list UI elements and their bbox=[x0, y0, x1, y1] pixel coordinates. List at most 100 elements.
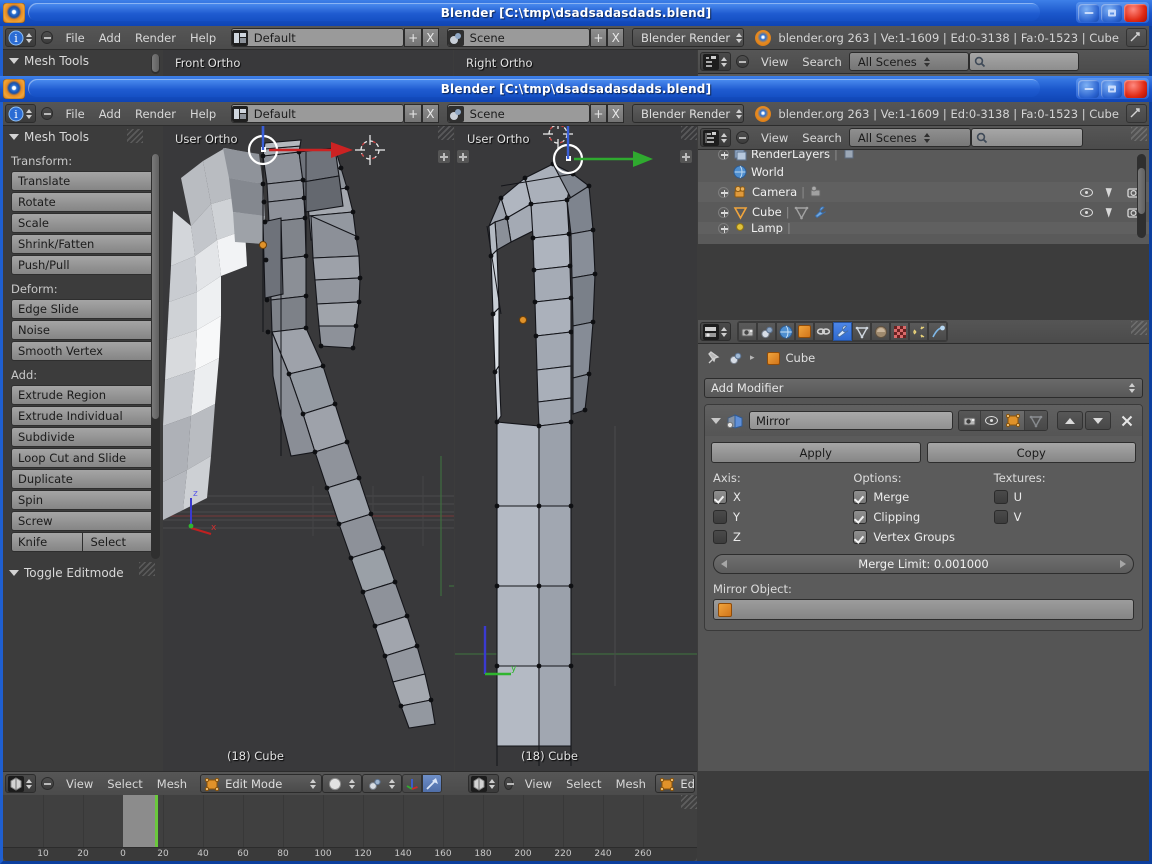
collapse-menus-button[interactable] bbox=[41, 107, 54, 120]
editor-type-spinner[interactable] bbox=[25, 106, 33, 122]
renderlayer-icon[interactable] bbox=[842, 150, 856, 161]
editor-type-selector-back[interactable]: i bbox=[5, 28, 36, 47]
blender-window-front[interactable]: Blender [C:\tmp\dsadsadasdads.blend] i F… bbox=[0, 76, 1152, 864]
tool-push-pull[interactable]: Push/Pull bbox=[11, 255, 155, 275]
triangle-left-icon[interactable] bbox=[721, 560, 727, 568]
editor-type-selector-outliner-back[interactable] bbox=[700, 52, 731, 71]
tool-select[interactable]: Select bbox=[82, 532, 155, 552]
viewport-back-left[interactable]: Front Ortho bbox=[163, 50, 453, 77]
collapse-menus-view3d-left[interactable] bbox=[41, 777, 54, 790]
viewport-back-right[interactable]: Right Ortho bbox=[454, 50, 697, 77]
outliner-header-back[interactable]: View Search All Scenes bbox=[698, 50, 1149, 74]
view3d-editor-spinner-left[interactable] bbox=[25, 776, 33, 792]
expand-icon[interactable] bbox=[718, 186, 729, 198]
toolshelf-scrollbar-back[interactable] bbox=[151, 54, 160, 74]
outliner-row-lamp[interactable]: Lamp | bbox=[698, 222, 1149, 234]
panel-header-mesh-tools-back[interactable]: Mesh Tools bbox=[3, 50, 163, 72]
pin-icon[interactable] bbox=[706, 350, 722, 366]
outliner-row-camera[interactable]: Camera | bbox=[698, 182, 1149, 202]
mode-spinner-left[interactable] bbox=[309, 776, 317, 792]
mode-selector-left[interactable]: Edit Mode bbox=[200, 774, 323, 793]
window-controls-front[interactable] bbox=[1076, 78, 1149, 99]
scene-selector-back[interactable]: Scene bbox=[446, 28, 590, 47]
outliner-display-mode-back[interactable]: All Scenes bbox=[848, 52, 969, 71]
manipulator-mode-translate-left[interactable] bbox=[422, 774, 443, 793]
info-header[interactable]: i File Add Render Help Default + X Scene… bbox=[3, 102, 1149, 126]
eye-icon[interactable] bbox=[1080, 187, 1093, 197]
viewport-left-canvas[interactable]: z x bbox=[163, 126, 454, 771]
view3d-left-menu-view[interactable]: View bbox=[59, 774, 100, 794]
option-vertex-groups-checkbox[interactable]: Vertex Groups bbox=[853, 530, 993, 544]
view3d-left-menu-mesh[interactable]: Mesh bbox=[150, 774, 194, 794]
menu-render[interactable]: Render bbox=[128, 104, 183, 124]
merge-limit-slider[interactable]: Merge Limit: 0.001000 bbox=[713, 554, 1134, 574]
cursor-icon[interactable] bbox=[1105, 186, 1115, 198]
outliner-menu-search-back[interactable]: Search bbox=[795, 52, 849, 72]
tab-particles[interactable] bbox=[909, 322, 928, 341]
tool-spin[interactable]: Spin bbox=[11, 490, 155, 510]
render-engine-selector-back[interactable]: Blender Render bbox=[631, 28, 744, 47]
option-clipping-checkbox[interactable]: Clipping bbox=[853, 510, 993, 524]
expand-icon[interactable] bbox=[718, 150, 729, 160]
add-modifier-spinner[interactable] bbox=[1128, 380, 1136, 396]
tab-world[interactable] bbox=[776, 322, 795, 341]
triangle-right-icon[interactable] bbox=[1120, 560, 1126, 568]
add-screen-button[interactable]: + bbox=[404, 104, 422, 123]
option-merge-checkbox[interactable]: Merge bbox=[853, 490, 993, 504]
view3d-left-menu-select[interactable]: Select bbox=[100, 774, 149, 794]
tab-modifiers[interactable] bbox=[833, 322, 852, 341]
window-controls-back[interactable] bbox=[1076, 2, 1149, 23]
outliner-restrict-camera[interactable] bbox=[1080, 186, 1143, 199]
screen-layout-selector[interactable]: Default bbox=[230, 104, 405, 123]
expand-icon[interactable] bbox=[718, 206, 729, 218]
outliner-menu-view[interactable]: View bbox=[754, 128, 795, 148]
manipulator-toggle-left[interactable] bbox=[402, 774, 423, 793]
modifier-move-down-button[interactable] bbox=[1085, 411, 1111, 430]
menu-help[interactable]: Help bbox=[183, 104, 223, 124]
shading-selector-left[interactable] bbox=[322, 774, 363, 793]
editor-type-selector-view3d-right[interactable] bbox=[468, 774, 499, 793]
outliner-editor-spinner[interactable] bbox=[720, 130, 728, 146]
maximize-button-back[interactable] bbox=[1101, 3, 1122, 22]
modifier-name-input[interactable]: Mirror bbox=[749, 411, 953, 430]
outliner-search-input[interactable] bbox=[970, 128, 1083, 147]
modifier-realtime-toggle[interactable] bbox=[981, 411, 1003, 430]
delete-screen-button-back[interactable]: X bbox=[421, 28, 440, 47]
expand-icon[interactable] bbox=[718, 222, 729, 234]
add-scene-button-back[interactable]: + bbox=[589, 28, 608, 47]
outliner-menu-view-back[interactable]: View bbox=[754, 52, 795, 72]
outliner-search-input-back[interactable] bbox=[968, 52, 1079, 71]
editor-type-selector-properties[interactable] bbox=[700, 322, 731, 341]
tool-shrink-fatten[interactable]: Shrink/Fatten bbox=[11, 234, 155, 254]
outliner-row-cube[interactable]: Cube | bbox=[698, 202, 1149, 222]
outliner-row-renderlayers[interactable]: RenderLayers | bbox=[698, 150, 1149, 162]
add-screen-button-back[interactable]: + bbox=[404, 28, 422, 47]
tool-extrude-region[interactable]: Extrude Region bbox=[11, 385, 155, 405]
outliner-editor-spinner-back[interactable] bbox=[720, 54, 728, 70]
tool-knife[interactable]: Knife bbox=[11, 532, 83, 552]
panel-header-mesh-tools[interactable]: Mesh Tools bbox=[3, 126, 163, 148]
cursor-icon[interactable] bbox=[1105, 206, 1115, 218]
tab-object[interactable] bbox=[795, 322, 814, 341]
screen-layout-selector-back[interactable]: Default bbox=[230, 28, 405, 47]
titlebar-back[interactable]: Blender [C:\tmp\dsadsadasdads.blend] bbox=[0, 0, 1152, 26]
timeline-ruler[interactable]: 10 20 0 20 40 60 80 100 120 140 160 180 … bbox=[3, 847, 697, 861]
delete-scene-button-back[interactable]: X bbox=[607, 28, 625, 47]
outliner-menu-search[interactable]: Search bbox=[795, 128, 849, 148]
mesh-data-icon[interactable] bbox=[794, 205, 809, 220]
tool-duplicate[interactable]: Duplicate bbox=[11, 469, 155, 489]
modifier-delete-button[interactable] bbox=[1118, 412, 1136, 430]
add-scene-button[interactable]: + bbox=[589, 104, 608, 123]
minimize-button-back[interactable] bbox=[1078, 3, 1099, 22]
toolshelf-scrollbar[interactable] bbox=[151, 154, 160, 559]
tool-edge-slide[interactable]: Edge Slide bbox=[11, 299, 155, 319]
tab-render[interactable] bbox=[738, 322, 757, 341]
viewport-right-header[interactable]: View Select Mesh Edit bbox=[466, 771, 697, 795]
menu-help-back[interactable]: Help bbox=[183, 28, 223, 48]
tool-noise[interactable]: Noise bbox=[11, 320, 155, 340]
render-engine-spinner[interactable] bbox=[736, 106, 743, 122]
outliner-display-spinner-back[interactable] bbox=[923, 54, 931, 70]
delete-scene-button[interactable]: X bbox=[607, 104, 625, 123]
camera-data-icon[interactable] bbox=[809, 185, 824, 200]
editor-type-selector[interactable]: i bbox=[5, 104, 36, 123]
